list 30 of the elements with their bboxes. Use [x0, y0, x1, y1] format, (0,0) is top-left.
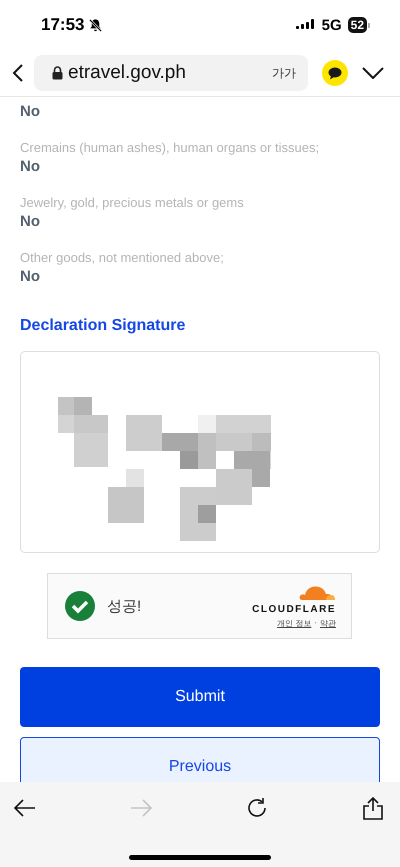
question-label: Cremains (human ashes), human organs or tissues; — [20, 140, 320, 155]
text-size-button[interactable]: 가가 — [272, 64, 296, 82]
answer-value: No — [20, 103, 41, 120]
back-chevron-icon[interactable] — [12, 63, 24, 83]
address-bar[interactable]: etravel.gov.ph 가가 — [34, 55, 308, 91]
muted-bell-icon — [88, 18, 104, 32]
brand-label: CLOUDFLARE — [252, 604, 336, 615]
answer-value: No — [20, 158, 41, 175]
chevron-down-icon[interactable] — [362, 67, 384, 79]
share-icon[interactable] — [362, 796, 384, 820]
privacy-link[interactable]: 개인 정보 — [277, 618, 312, 629]
separator-dot: · — [314, 618, 317, 629]
chat-bubble-icon[interactable] — [322, 60, 348, 86]
signal-icon — [296, 19, 316, 31]
submit-button[interactable]: Submit — [20, 667, 380, 727]
url-text: etravel.gov.ph — [68, 62, 187, 84]
answer-value: No — [20, 213, 41, 230]
question-label: Jewelry, gold, precious metals or gems — [20, 195, 245, 210]
previous-button[interactable]: Previous — [20, 737, 380, 782]
back-arrow-icon[interactable] — [14, 799, 36, 817]
status-time: 17:53 — [41, 15, 84, 35]
battery-icon: 52 — [348, 17, 367, 33]
lock-icon — [52, 66, 63, 80]
question-label: Other goods, not mentioned above; — [20, 250, 225, 265]
network-label: 5G — [322, 16, 342, 34]
reload-icon[interactable] — [246, 797, 268, 819]
answer-value: No — [20, 268, 41, 285]
section-heading: Declaration Signature — [20, 317, 186, 335]
captcha-status: 성공! — [107, 596, 142, 616]
terms-link[interactable]: 약관 — [320, 618, 336, 629]
